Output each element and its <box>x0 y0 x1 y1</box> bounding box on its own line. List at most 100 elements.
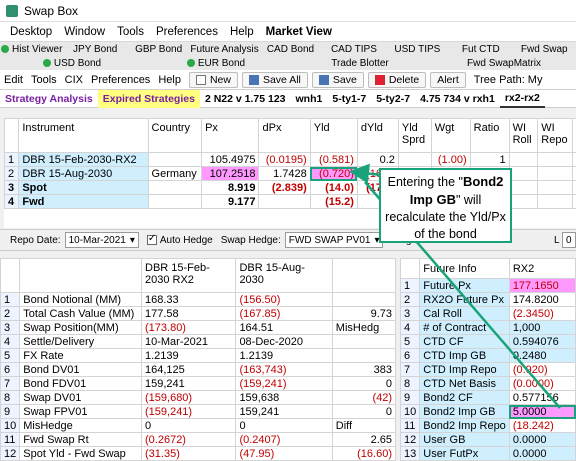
table-row[interactable]: 12 User GB 0.0000 <box>400 432 576 447</box>
table-row[interactable]: 6 Bond DV01 164,125 (163,743) 383 <box>0 362 396 377</box>
table-row[interactable]: 1 DBR 15-Feb-2030-RX2 105.4975 (0.0195) … <box>4 152 576 167</box>
table-row[interactable]: 13 User FutPx 0.0000 <box>400 446 576 461</box>
col-bond-1[interactable]: DBR 15-Feb-2030 RX2 <box>140 258 237 293</box>
table-row[interactable]: 12 Spot Yld - Fwd Swap (31.35) (47.95) (16.6… <box>0 446 396 461</box>
table-row[interactable]: 1 Bond Notional (MM) 168.33 (156.50) <box>0 292 396 307</box>
table-row[interactable]: 5 FX Rate 1.2139 1.2139 <box>0 348 396 363</box>
tab-usd-bond[interactable]: USD Bond <box>0 58 144 69</box>
bond2-imp-gb-value[interactable]: 5.0000 <box>508 404 576 419</box>
px-cell[interactable]: 107.2518 <box>201 166 260 181</box>
yld-cell[interactable]: (14.0) <box>309 180 358 195</box>
col-ratio[interactable]: Ratio <box>469 118 510 153</box>
instrument-cell[interactable]: DBR 15-Feb-2030-RX2 <box>18 152 149 167</box>
menu-preferences[interactable]: Preferences <box>150 26 224 38</box>
col-dpx[interactable]: dPx <box>258 118 311 153</box>
dpx-cell[interactable]: (2.839) <box>258 180 311 195</box>
px-cell[interactable]: 9.177 <box>201 194 260 209</box>
dpx-cell[interactable]: 1.7428 <box>258 166 311 181</box>
menu-market-view[interactable]: Market View <box>260 26 338 38</box>
col-rx2[interactable]: RX2 <box>508 258 576 279</box>
repo-date-select[interactable]: 10-Mar-2021 ▾ <box>64 232 139 248</box>
col-dyld[interactable]: dYld <box>356 118 399 153</box>
table-row[interactable]: 6 CTD Imp GB 0.2480 <box>400 348 576 363</box>
table-row[interactable]: 8 Swap DV01 (159,680) 159,638 (42) <box>0 390 396 405</box>
table-row[interactable]: 4 # of Contract 1,000 <box>400 320 576 335</box>
tab-hist-viewer[interactable]: Hist Viewer <box>0 44 63 55</box>
tab-fwd-swap[interactable]: Fwd Swap <box>513 44 576 55</box>
table-row[interactable]: 2 RX2O Future Px 174.8200 <box>400 292 576 307</box>
col-yld[interactable]: Yld <box>309 118 358 153</box>
new-button[interactable]: New <box>188 71 238 88</box>
table-row[interactable]: 2 Total Cash Value (MM) 177.58 (167.85) 9.73 <box>0 306 396 321</box>
wgt-cell[interactable]: (1.00) <box>430 152 471 167</box>
dpx-cell[interactable]: (0.0195) <box>258 152 311 167</box>
tab-strategy-6[interactable]: rx2-rx2 <box>499 90 545 108</box>
tab-usd-tips[interactable]: USD TIPS <box>386 44 449 55</box>
tab-fwd-swapmatrix[interactable]: Fwd SwapMatrix <box>432 58 576 69</box>
ratio-cell[interactable]: 1 <box>469 152 510 167</box>
col-future-info[interactable]: Future Info <box>419 258 510 279</box>
table-row[interactable]: 3 Cal Roll (2.3450) <box>400 306 576 321</box>
table-row[interactable]: 7 CTD Imp Repo (0.920) <box>400 362 576 377</box>
tab-cad-tips[interactable]: CAD TIPS <box>322 44 385 55</box>
col-wi-roll[interactable]: WI Roll <box>508 118 539 153</box>
l-input[interactable]: 0 <box>562 232 576 248</box>
tab-trade-blotter[interactable]: Trade Blotter <box>288 58 432 69</box>
tab-eur-bond[interactable]: EUR Bond <box>144 58 288 69</box>
tab-strategy-2[interactable]: wnh1 <box>291 90 328 108</box>
menu-help[interactable]: Help <box>224 26 260 38</box>
menu-edit[interactable]: Edit <box>0 74 27 86</box>
table-row[interactable]: 3 Swap Position(MM) (173.80) 164.51 MisHedg <box>0 320 396 335</box>
table-row[interactable]: 8 CTD Net Basis (0.0000) <box>400 376 576 391</box>
col-px[interactable]: Px <box>201 118 260 153</box>
instrument-cell[interactable]: Fwd <box>18 194 149 209</box>
px-cell[interactable]: 105.4975 <box>201 152 260 167</box>
tab-strategy-1[interactable]: 2 N22 v 1.75 123 <box>200 90 291 108</box>
instrument-cell[interactable]: DBR 15-Aug-2030 <box>18 166 149 181</box>
auto-hedge-checkbox[interactable]: ✓ <box>146 233 157 245</box>
alert-button[interactable]: Alert <box>430 71 466 88</box>
menu-tools[interactable]: Tools <box>111 26 150 38</box>
col-f-h[interactable]: F H <box>572 118 576 153</box>
col-diff[interactable] <box>331 258 396 293</box>
instrument-cell[interactable]: Spot <box>18 180 149 195</box>
col-country[interactable]: Country <box>147 118 203 153</box>
table-row[interactable]: 10 MisHedge 0 0 Diff <box>0 418 396 433</box>
col-bond-2[interactable]: DBR 15-Aug-2030 <box>235 258 333 293</box>
table-row[interactable]: 11 Bond2 Imp Repo (18.242) <box>400 418 576 433</box>
table-row[interactable]: 7 Bond FDV01 159,241 (159,241) 0 <box>0 376 396 391</box>
table-row[interactable]: 4 Settle/Delivery 10-Mar-2021 08-Dec-2020 <box>0 334 396 349</box>
menu-desktop[interactable]: Desktop <box>4 26 58 38</box>
col-wi-repo[interactable]: WI Repo <box>537 118 574 153</box>
tab-strategy-3[interactable]: 5-ty1-7 <box>327 90 371 108</box>
menu-window[interactable]: Window <box>58 26 111 38</box>
table-row[interactable]: 11 Fwd Swap Rt (0.2672) (0.2407) 2.65 <box>0 432 396 447</box>
tab-future-analysis[interactable]: Future Analysis <box>190 44 258 55</box>
delete-button[interactable]: Delete <box>367 71 427 88</box>
swap-hedge-select[interactable]: FWD SWAP PV01 ▾ <box>284 232 384 248</box>
menu-tools-sub[interactable]: Tools <box>27 74 61 86</box>
table-row[interactable]: 9 Swap FPV01 (159,241) 159,241 0 <box>0 404 396 419</box>
dyld-cell[interactable]: 0.2 <box>356 152 399 167</box>
table-row[interactable]: 9 Bond2 CF 0.577156 <box>400 390 576 405</box>
tab-gbp-bond[interactable]: GBP Bond <box>127 44 190 55</box>
tab-fut-ctd[interactable]: Fut CTD <box>449 44 512 55</box>
yld-cell[interactable]: (0.720) <box>309 166 358 181</box>
px-cell[interactable]: 8.919 <box>201 180 260 195</box>
tab-cad-bond[interactable]: CAD Bond <box>259 44 322 55</box>
tab-strategy-5[interactable]: 4.75 734 v rxh1 <box>415 90 500 108</box>
save-button[interactable]: Save <box>311 71 364 88</box>
tab-jpy-bond[interactable]: JPY Bond <box>63 44 126 55</box>
tab-expired-strategies[interactable]: Expired Strategies <box>97 89 200 108</box>
col-wgt[interactable]: Wgt <box>430 118 471 153</box>
menu-help-sub[interactable]: Help <box>154 74 185 86</box>
table-row[interactable]: 1 Future Px 177.1650 <box>400 278 576 293</box>
country-cell[interactable] <box>147 152 203 167</box>
menu-cix[interactable]: CIX <box>61 74 87 86</box>
tab-strategy-4[interactable]: 5-ty2-7 <box>371 90 415 108</box>
table-row[interactable]: 5 CTD CF 0.594076 <box>400 334 576 349</box>
menu-preferences-sub[interactable]: Preferences <box>87 74 154 86</box>
yld-cell[interactable]: (15.2) <box>309 194 358 209</box>
table-row[interactable]: 10 Bond2 Imp GB 5.0000 <box>400 404 576 419</box>
col-instrument[interactable]: Instrument <box>18 118 149 153</box>
